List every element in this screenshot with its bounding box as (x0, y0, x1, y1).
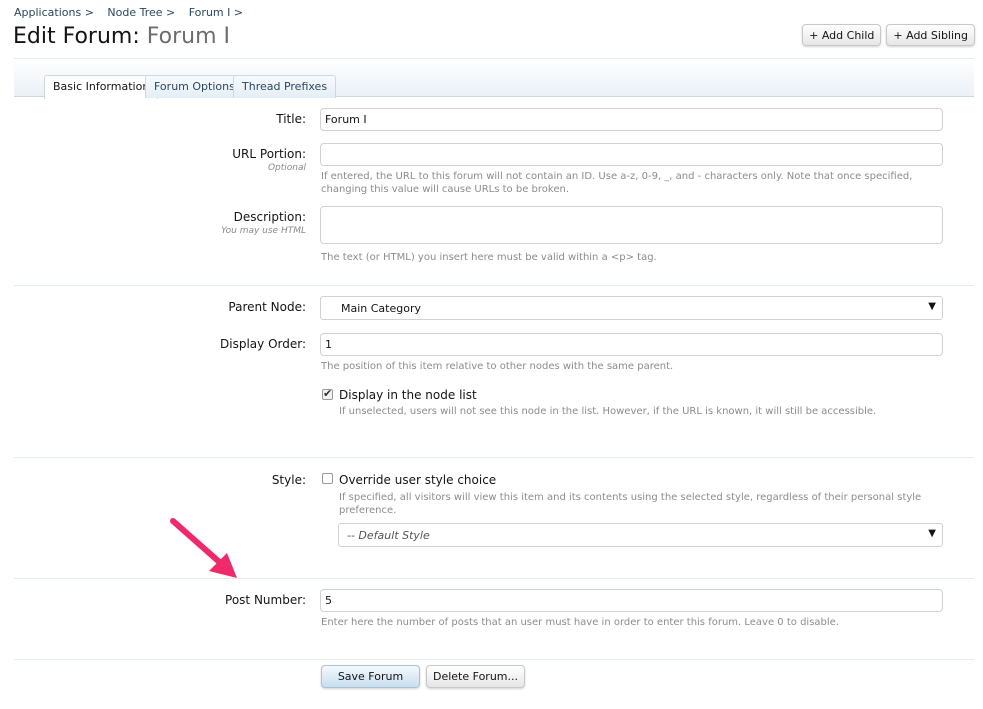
style-label: Style: (271, 473, 306, 487)
url-portion-explain: If entered, the URL to this forum will n… (321, 170, 912, 196)
page-title: Edit Forum: Forum I (13, 24, 230, 49)
override-style-label[interactable]: Override user style choice (339, 473, 496, 487)
description-explain: The text (or HTML) you insert here must … (321, 252, 657, 263)
post-number-label: Post Number: (225, 593, 306, 607)
section-divider (14, 457, 974, 458)
add-sibling-button[interactable]: + Add Sibling (886, 24, 975, 46)
tabs-bar: Basic Information Forum Options Thread P… (14, 58, 974, 99)
override-style-checkbox[interactable] (322, 473, 333, 484)
display-order-explain: The position of this item relative to ot… (321, 361, 674, 372)
style-explain-line1: If specified, all visitors will view thi… (339, 492, 922, 503)
parent-node-label: Parent Node: (228, 300, 306, 314)
save-forum-button[interactable]: Save Forum (321, 665, 420, 688)
style-explain-line2: preference. (339, 505, 397, 516)
display-in-list-label[interactable]: Display in the node list (339, 388, 477, 402)
display-order-label: Display Order: (220, 337, 306, 351)
description-hint: You may use HTML (221, 226, 306, 236)
url-portion-hint: Optional (267, 163, 306, 173)
triangle-down-icon: ▼ (928, 301, 936, 312)
page-title-main: Edit Forum: (13, 24, 140, 49)
display-in-list-explain: If unselected, users will not see this n… (339, 406, 877, 417)
section-divider (14, 659, 974, 660)
add-child-button[interactable]: + Add Child (802, 24, 882, 46)
url-portion-input[interactable] (320, 143, 943, 166)
pink-arrow-icon (170, 518, 237, 578)
style-select-value: -- Default Style (347, 529, 430, 542)
description-label: Description: (233, 210, 306, 224)
style-select[interactable]: -- Default Style ▼ (338, 523, 943, 547)
breadcrumb-node-tree[interactable]: Node Tree > (107, 6, 175, 19)
post-number-explain: Enter here the number of posts that an u… (321, 617, 839, 628)
parent-node-select[interactable]: Main Category ▼ (320, 296, 943, 320)
url-portion-explain-line2: changing this value will cause URLs to b… (321, 184, 569, 195)
title-label: Title: (276, 112, 306, 126)
tab-thread-prefixes[interactable]: Thread Prefixes (233, 75, 337, 98)
triangle-down-icon: ▼ (928, 528, 936, 539)
delete-forum-button[interactable]: Delete Forum... (426, 665, 525, 688)
breadcrumb-applications[interactable]: Applications > (14, 6, 94, 19)
breadcrumb-forum[interactable]: Forum I > (189, 6, 243, 19)
style-explain: If specified, all visitors will view thi… (339, 491, 939, 517)
top-actions: + Add Child + Add Sibling (802, 24, 975, 46)
display-order-input[interactable] (320, 333, 943, 356)
post-number-input[interactable] (320, 589, 943, 612)
tab-forum-options[interactable]: Forum Options (145, 75, 244, 98)
url-portion-label: URL Portion: (232, 147, 306, 161)
breadcrumb: Applications > Node Tree > Forum I > (14, 6, 253, 19)
title-input[interactable] (320, 108, 943, 131)
parent-node-value: Main Category (341, 302, 422, 315)
description-textarea[interactable] (320, 206, 943, 244)
section-divider (14, 578, 974, 579)
tab-basic-information[interactable]: Basic Information (44, 75, 159, 99)
page-title-forum-name: Forum I (146, 24, 230, 49)
url-portion-explain-line1: If entered, the URL to this forum will n… (321, 171, 913, 182)
section-divider (14, 285, 974, 286)
display-in-list-checkbox[interactable] (322, 387, 333, 400)
